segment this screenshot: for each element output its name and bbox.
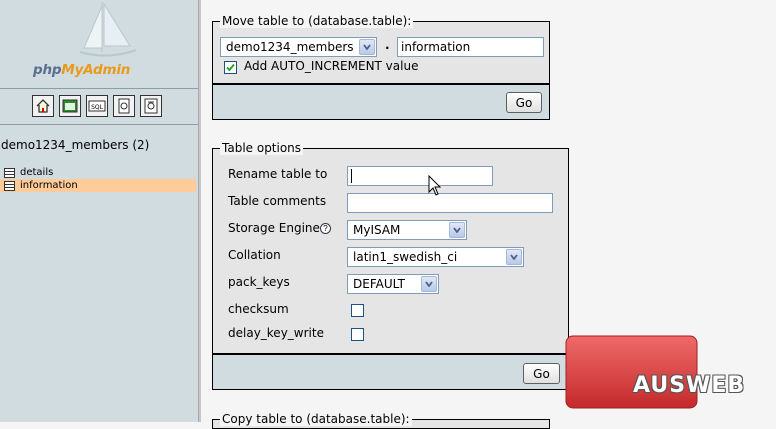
- sql-icon[interactable]: SQL: [86, 95, 108, 117]
- table-options-go-button[interactable]: Go: [523, 363, 560, 384]
- chevron-down-icon[interactable]: [421, 276, 437, 292]
- move-table-legend: Move table to (database.table):: [220, 14, 414, 28]
- copy-table-legend: Copy table to (database.table):: [220, 412, 412, 426]
- table-item-details[interactable]: details: [0, 166, 196, 179]
- pack-keys-select[interactable]: DEFAULT: [347, 274, 439, 294]
- database-title[interactable]: demo1234_members (2): [1, 138, 149, 152]
- left-navigation-frame: phpMyAdmin SQL demo1234_members (2) deta…: [0, 0, 198, 422]
- svg-text:SQL: SQL: [91, 104, 104, 111]
- help-icon[interactable]: ?: [320, 223, 331, 234]
- home-icon[interactable]: [32, 95, 54, 117]
- table-comments-label: Table comments: [228, 194, 327, 208]
- move-database-select[interactable]: demo1234_members: [220, 37, 377, 57]
- checksum-checkbox[interactable]: [351, 304, 364, 317]
- move-table-go-button[interactable]: Go: [506, 92, 542, 113]
- documentation-icon[interactable]: [140, 95, 162, 117]
- sailboat-logo-icon: [79, 2, 137, 57]
- table-item-label[interactable]: details: [20, 167, 53, 178]
- mouse-cursor-icon: [428, 175, 442, 196]
- watermark-text: AUSWEB: [633, 373, 746, 398]
- checkmark-icon: [226, 63, 235, 72]
- rename-table-label: Rename table to: [228, 167, 328, 181]
- table-comments-input[interactable]: [347, 193, 553, 213]
- logo-text: phpMyAdmin: [33, 62, 131, 78]
- table-options-footer: [212, 354, 569, 390]
- collation-select[interactable]: latin1_swedish_ci: [347, 247, 524, 267]
- checksum-label: checksum: [228, 302, 289, 316]
- chevron-down-icon[interactable]: [359, 39, 375, 55]
- auto-increment-checkbox[interactable]: [224, 61, 237, 74]
- table-options-legend: Table options: [220, 141, 304, 155]
- table-item-information[interactable]: information: [0, 179, 196, 192]
- table-list: details information: [0, 166, 196, 192]
- text-caret: [351, 169, 352, 183]
- delay-key-write-label: delay_key_write: [228, 326, 324, 340]
- query-window-icon[interactable]: [59, 95, 81, 117]
- frame-splitter[interactable]: [198, 0, 201, 422]
- storage-engine-select[interactable]: MyISAM: [347, 220, 467, 240]
- db-table-separator: .: [385, 38, 390, 52]
- storage-engine-label: Storage Engine: [228, 221, 320, 235]
- chevron-down-icon[interactable]: [506, 249, 522, 265]
- table-icon[interactable]: [4, 180, 15, 191]
- delay-key-write-checkbox[interactable]: [351, 328, 364, 341]
- divider: [0, 124, 198, 125]
- rename-table-input[interactable]: [347, 166, 493, 186]
- nav-icon-bar: SQL: [32, 95, 162, 117]
- divider: [0, 88, 198, 89]
- table-item-label[interactable]: information: [20, 180, 78, 191]
- pack-keys-label: pack_keys: [228, 275, 290, 289]
- phpmyadmin-logo[interactable]: phpMyAdmin: [0, 0, 198, 88]
- auto-increment-label: Add AUTO_INCREMENT value: [244, 59, 419, 73]
- collation-label: Collation: [228, 248, 281, 262]
- chevron-down-icon[interactable]: [449, 222, 465, 238]
- table-icon[interactable]: [4, 167, 15, 178]
- move-table-footer: [212, 84, 550, 120]
- move-table-name-input[interactable]: information: [397, 37, 544, 57]
- help-icon[interactable]: [113, 95, 135, 117]
